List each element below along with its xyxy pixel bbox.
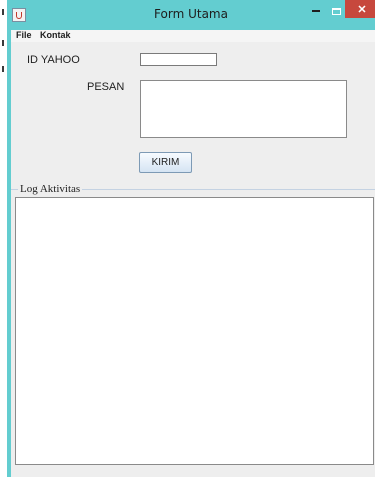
id-yahoo-input[interactable] xyxy=(140,53,217,66)
log-title: Log Aktivitas xyxy=(18,183,83,195)
close-icon: ✕ xyxy=(357,3,367,16)
menu-file[interactable]: File xyxy=(16,30,32,40)
pesan-label: PESAN xyxy=(87,81,125,93)
desktop-mark xyxy=(2,40,4,46)
maximize-button[interactable] xyxy=(326,4,346,18)
log-textarea[interactable] xyxy=(15,197,374,465)
desktop-mark xyxy=(2,66,4,72)
menu-bar: File Kontak xyxy=(11,30,375,42)
minimize-icon xyxy=(312,10,320,12)
title-bar[interactable]: Form Utama ✕ xyxy=(7,0,375,30)
maximize-icon xyxy=(331,7,341,15)
desktop-mark xyxy=(2,9,4,15)
menu-kontak[interactable]: Kontak xyxy=(40,30,71,40)
close-button[interactable]: ✕ xyxy=(345,0,375,18)
minimize-button[interactable] xyxy=(306,4,326,18)
id-yahoo-label: ID YAHOO xyxy=(27,54,80,66)
form-content: File Kontak ID YAHOO PESAN KIRIM Log Akt… xyxy=(11,30,375,477)
kirim-button[interactable]: KIRIM xyxy=(139,152,192,173)
pesan-textarea[interactable] xyxy=(140,80,347,138)
desktop-background xyxy=(0,0,7,477)
